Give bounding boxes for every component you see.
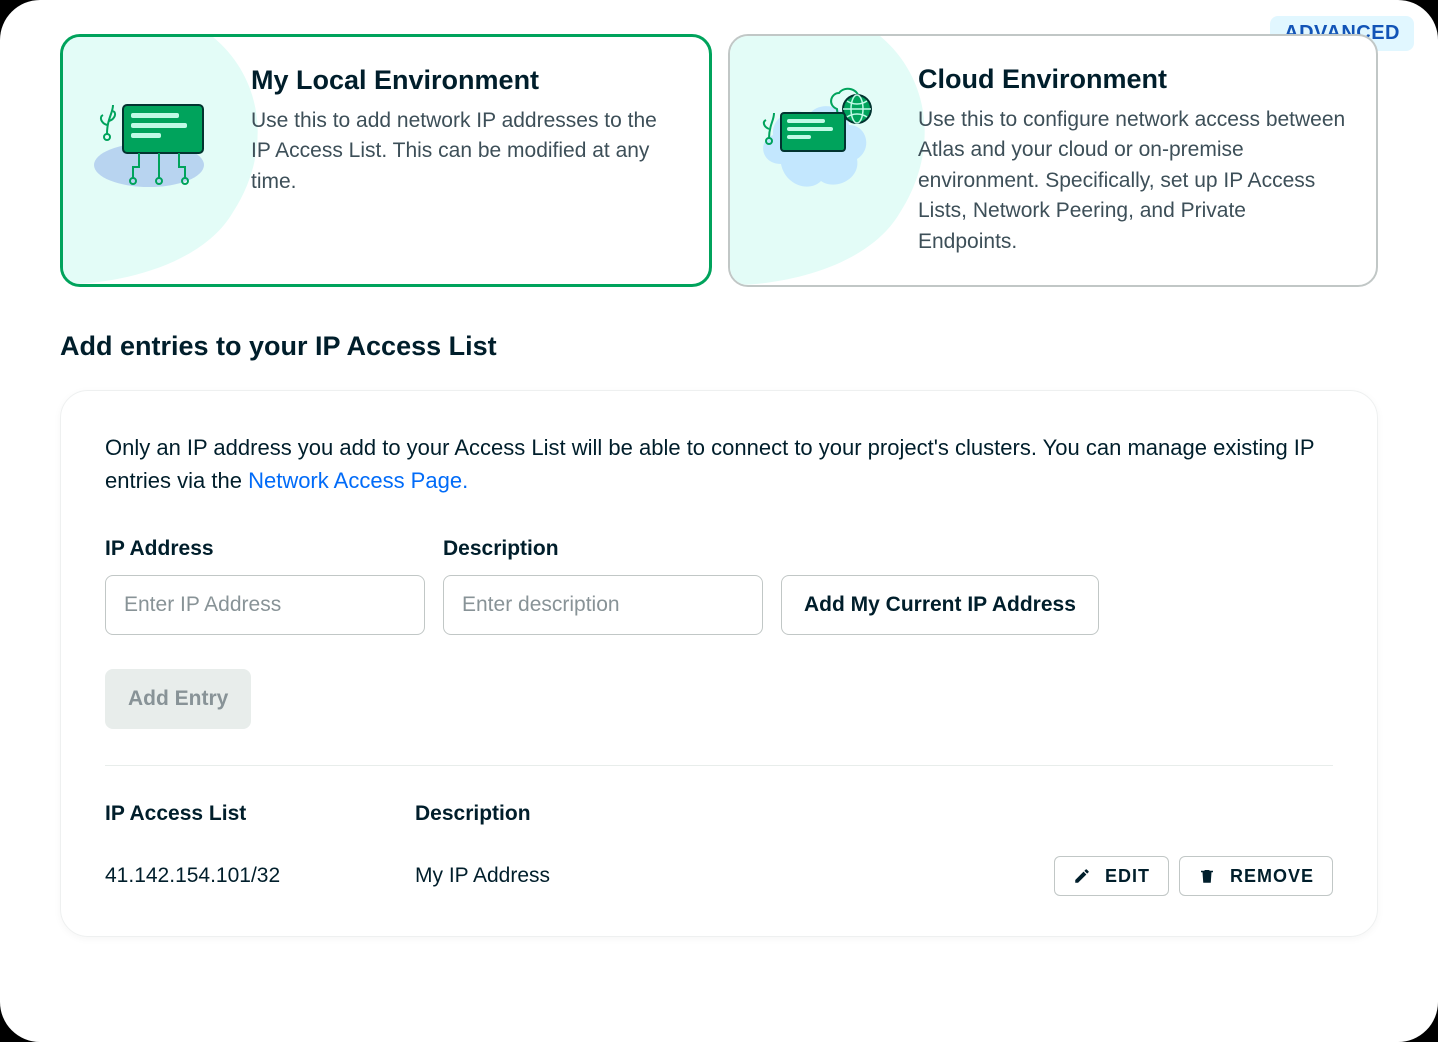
local-env-icon	[79, 65, 229, 205]
page-container: ADVANCED	[0, 0, 1438, 1042]
divider	[105, 765, 1333, 766]
ip-access-panel: Only an IP address you add to your Acces…	[60, 390, 1378, 937]
panel-intro: Only an IP address you add to your Acces…	[105, 431, 1333, 497]
remove-button[interactable]: REMOVE	[1179, 856, 1333, 896]
cloud-environment-card[interactable]: Cloud Environment Use this to configure …	[728, 34, 1378, 287]
edit-label: EDIT	[1105, 866, 1150, 887]
remove-label: REMOVE	[1230, 866, 1314, 887]
row-actions: EDIT REMOVE	[1054, 856, 1333, 896]
local-card-desc: Use this to add network IP addresses to …	[251, 106, 681, 197]
list-header-ip: IP Access List	[105, 802, 415, 826]
section-title: Add entries to your IP Access List	[60, 331, 1378, 362]
description-label: Description	[443, 537, 763, 561]
add-current-ip-button[interactable]: Add My Current IP Address	[781, 575, 1099, 635]
ip-field: IP Address	[105, 537, 425, 635]
description-field: Description	[443, 537, 763, 635]
local-environment-card[interactable]: My Local Environment Use this to add net…	[60, 34, 712, 287]
local-card-title: My Local Environment	[251, 65, 681, 96]
ip-list-row: 41.142.154.101/32 My IP Address EDIT REM…	[105, 856, 1333, 896]
description-input[interactable]	[443, 575, 763, 635]
edit-icon	[1073, 867, 1091, 885]
cloud-env-icon	[746, 64, 896, 204]
list-header-desc: Description	[415, 802, 531, 826]
ip-desc-value: My IP Address	[415, 864, 1054, 888]
cloud-card-desc: Use this to configure network access bet…	[918, 105, 1348, 257]
list-headers: IP Access List Description	[105, 802, 1333, 826]
cloud-card-title: Cloud Environment	[918, 64, 1348, 95]
ip-value: 41.142.154.101/32	[105, 864, 415, 888]
environment-cards: My Local Environment Use this to add net…	[60, 34, 1378, 287]
network-access-link[interactable]: Network Access Page.	[248, 468, 468, 493]
ip-input[interactable]	[105, 575, 425, 635]
trash-icon	[1198, 867, 1216, 885]
ip-form-row: IP Address Description Add My Current IP…	[105, 537, 1333, 635]
edit-button[interactable]: EDIT	[1054, 856, 1169, 896]
add-entry-button[interactable]: Add Entry	[105, 669, 251, 729]
ip-label: IP Address	[105, 537, 425, 561]
